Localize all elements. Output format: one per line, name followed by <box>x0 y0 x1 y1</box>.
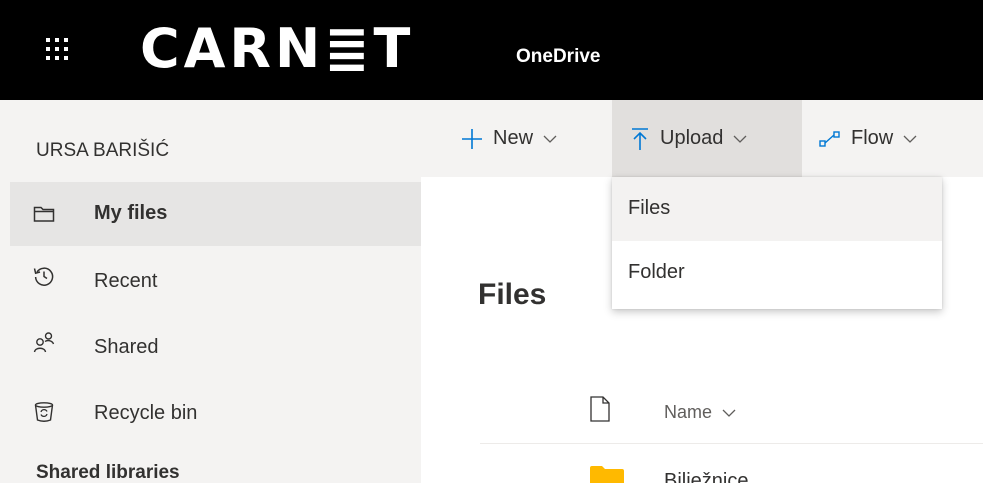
sidebar-item-label: Shared <box>94 336 159 358</box>
sidebar-item-recent[interactable]: Recent <box>10 250 421 314</box>
chevron-down-icon <box>722 409 736 417</box>
sidebar: URSA BARIŠIĆ My files Recent Shared Recy… <box>0 100 421 483</box>
chevron-down-icon <box>733 135 747 143</box>
menu-item-label: Files <box>628 197 671 219</box>
name-column-header[interactable]: Name <box>664 402 736 423</box>
sidebar-item-label: Recent <box>94 270 158 292</box>
sidebar-item-recycle-bin[interactable]: Recycle bin <box>10 382 421 446</box>
upload-button-label: Upload <box>660 127 724 149</box>
user-name: URSA BARIŠIĆ <box>36 140 170 161</box>
command-bar: New Upload Flow <box>421 100 983 177</box>
people-icon <box>33 332 55 353</box>
shared-libraries-heading[interactable]: Shared libraries <box>36 462 180 483</box>
brand-logo[interactable]: CARN≣T <box>140 14 414 84</box>
name-column-label: Name <box>664 402 713 422</box>
flow-button[interactable]: Flow <box>819 100 917 177</box>
new-button-label: New <box>493 127 534 149</box>
flow-icon <box>819 130 840 147</box>
clock-history-icon <box>33 267 54 286</box>
top-bar: CARN≣T OneDrive <box>0 0 983 100</box>
page-title: Files <box>478 278 547 311</box>
file-list-header: Name <box>480 382 983 444</box>
folder-icon <box>33 206 55 222</box>
chevron-down-icon <box>543 135 557 143</box>
upload-button[interactable]: Upload <box>612 100 802 177</box>
sidebar-item-label: Recycle bin <box>94 402 198 424</box>
file-type-icon[interactable] <box>590 396 610 422</box>
sidebar-item-label: My files <box>94 202 168 224</box>
app-launcher-icon[interactable] <box>46 38 68 60</box>
upload-icon <box>632 127 648 150</box>
flow-button-label: Flow <box>851 127 894 149</box>
sidebar-item-shared[interactable]: Shared <box>10 316 421 380</box>
file-name: Bilježnice <box>664 470 749 483</box>
plus-icon <box>462 128 482 149</box>
upload-folder-menu-item[interactable]: Folder <box>612 241 942 305</box>
upload-dropdown-menu: Files Folder <box>612 177 942 309</box>
menu-item-label: Folder <box>628 261 685 283</box>
app-title[interactable]: OneDrive <box>516 46 600 68</box>
folder-icon <box>590 466 624 483</box>
sidebar-item-my-files[interactable]: My files <box>10 182 421 246</box>
table-row[interactable]: Bilježnice <box>480 444 983 483</box>
upload-files-menu-item[interactable]: Files <box>612 177 942 241</box>
chevron-down-icon <box>903 135 917 143</box>
recycle-bin-icon <box>34 402 54 422</box>
new-button[interactable]: New <box>461 100 557 177</box>
